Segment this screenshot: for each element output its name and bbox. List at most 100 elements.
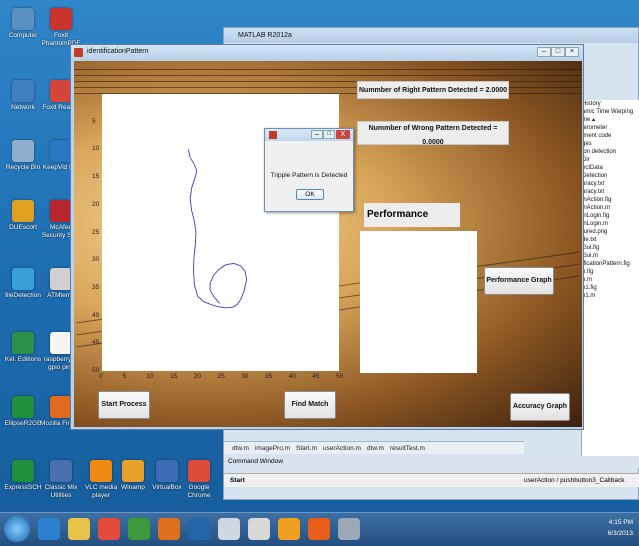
minimize-button[interactable]: – bbox=[537, 47, 551, 57]
editor-tab[interactable]: resultTest.m bbox=[390, 442, 425, 454]
matlab-logo-icon bbox=[74, 48, 83, 57]
folder-item[interactable]: me ▴ bbox=[582, 116, 639, 124]
folder-item[interactable]: Dir bbox=[582, 156, 639, 164]
folder-item[interactable]: iment code bbox=[582, 132, 639, 140]
matlab-start-button[interactable]: Start bbox=[224, 477, 245, 484]
folder-item[interactable]: inAction.fig bbox=[582, 196, 639, 204]
folder-item[interactable]: ectData bbox=[582, 164, 639, 172]
desktop-icon[interactable]: EllipseR2GB bbox=[2, 396, 44, 428]
app-taskbar-icon[interactable] bbox=[338, 518, 360, 540]
folder-item[interactable]: n.m bbox=[582, 276, 639, 284]
pattern-trace bbox=[187, 149, 248, 309]
y-tick-label: 25 bbox=[92, 228, 100, 236]
desktop-app-icon bbox=[50, 460, 72, 482]
clock-date: 6/3/2013 bbox=[607, 530, 633, 537]
editor-tab[interactable]: dtw.m bbox=[367, 442, 384, 454]
media-player-icon[interactable] bbox=[98, 518, 120, 540]
y-tick-label: 50 bbox=[92, 367, 100, 374]
foxit-icon[interactable] bbox=[278, 518, 300, 540]
clock-time: 4:15 PM bbox=[608, 519, 633, 526]
system-tray-clock[interactable]: 4:15 PM 6/3/2013 bbox=[608, 517, 633, 539]
command-window-tab[interactable]: Command Window bbox=[224, 456, 639, 468]
desktop-icon-label: ExpressSCH bbox=[4, 484, 42, 491]
folder-item[interactable]: uracy.txt bbox=[582, 180, 639, 188]
folder-item[interactable]: n1.fig bbox=[582, 284, 639, 292]
editor-tab[interactable]: userAction.m bbox=[323, 442, 361, 454]
pattern-detected-dialog: – □ X Tripple Pattern is Detected OK bbox=[264, 128, 354, 212]
start-process-button[interactable]: Start Process bbox=[98, 391, 150, 419]
folder-item[interactable]: Gui.fig bbox=[582, 244, 639, 252]
desktop-icon[interactable]: Kel. Editions bbox=[2, 332, 44, 364]
editor-tab[interactable]: Start.m bbox=[296, 442, 317, 454]
folder-item[interactable]: amic Time Warping bbox=[582, 108, 639, 116]
folder-item[interactable]: History bbox=[582, 100, 639, 108]
desktop-icon-label: fileDetection bbox=[5, 292, 41, 299]
y-tick-label: 5 bbox=[92, 117, 96, 125]
desktop-app-icon bbox=[50, 140, 72, 162]
x-tick-label: 30 bbox=[241, 373, 249, 380]
folder-item[interactable]: n.fig bbox=[582, 268, 639, 276]
matlab-status-bar: Start userAction / pushbutton3_Callback bbox=[224, 473, 639, 487]
x-tick-label: 15 bbox=[170, 373, 178, 380]
x-tick-label: 35 bbox=[264, 373, 273, 380]
desktop-icon[interactable]: ExpressSCH bbox=[2, 460, 44, 492]
start-orb-icon[interactable] bbox=[4, 516, 30, 542]
desktop-icon[interactable]: Classic Mix Utilities bbox=[40, 460, 82, 499]
dialog-maximize-button[interactable]: □ bbox=[323, 130, 335, 139]
folder-item[interactable]: ion detection bbox=[582, 148, 639, 156]
folder-item[interactable]: inLogin.m bbox=[582, 220, 639, 228]
matlab-taskbar-icon[interactable] bbox=[308, 518, 330, 540]
desktop-app-icon bbox=[188, 460, 210, 482]
folder-item[interactable]: Detection bbox=[582, 172, 639, 180]
desktop-app-icon bbox=[12, 8, 34, 30]
accuracy-graph-button[interactable]: Accuracy Graph bbox=[510, 393, 570, 421]
desktop-app-icon bbox=[156, 460, 178, 482]
editor-tab[interactable]: imagePro.m bbox=[255, 442, 290, 454]
performance-graph-axes bbox=[360, 231, 477, 373]
folder-item[interactable]: de.txt bbox=[582, 236, 639, 244]
desktop-icon[interactable]: DUEscort bbox=[2, 200, 44, 232]
dialog-close-button[interactable]: X bbox=[336, 130, 350, 139]
file-explorer-icon[interactable] bbox=[68, 518, 90, 540]
folder-item[interactable]: uracy.txt bbox=[582, 188, 639, 196]
dialog-minimize-button[interactable]: – bbox=[311, 130, 323, 139]
desktop-icon[interactable]: Google Chrome bbox=[178, 460, 220, 499]
desktop-icon-label: Network bbox=[11, 104, 35, 111]
folder-item[interactable]: inAction.m bbox=[582, 204, 639, 212]
desktop-icon[interactable]: Computer bbox=[2, 8, 44, 40]
notepad-icon[interactable] bbox=[218, 518, 240, 540]
maximize-button[interactable]: □ bbox=[551, 47, 565, 57]
desktop-app-icon bbox=[12, 200, 34, 222]
folder-item[interactable]: tured.png bbox=[582, 228, 639, 236]
ok-button[interactable]: OK bbox=[296, 189, 324, 200]
desktop-icon[interactable]: fileDetection bbox=[2, 268, 44, 300]
editor-tab[interactable]: dtw.m bbox=[232, 442, 249, 454]
close-button[interactable]: × bbox=[565, 47, 579, 57]
editor-tabs: dtw.m imagePro.m Start.m userAction.m dtw.m r… bbox=[224, 441, 524, 454]
performance-graph-button[interactable]: Performance Graph bbox=[484, 267, 554, 295]
folder-item[interactable]: inLogin.fig bbox=[582, 212, 639, 220]
chrome-icon[interactable] bbox=[128, 518, 150, 540]
desktop-app-icon bbox=[50, 396, 72, 418]
folder-item[interactable]: n1.m bbox=[582, 292, 639, 300]
desktop-app-icon bbox=[12, 268, 34, 290]
folder-item[interactable]: ificationPattern.fig bbox=[582, 260, 639, 268]
folder-item[interactable]: ges bbox=[582, 140, 639, 148]
desktop-icon[interactable]: Recycle Bin bbox=[2, 140, 44, 172]
firefox-icon[interactable] bbox=[158, 518, 180, 540]
find-match-button[interactable]: Find Match bbox=[284, 391, 336, 419]
desktop-app-icon bbox=[90, 460, 112, 482]
desktop-icon[interactable]: Foxit PhantomPDF bbox=[40, 8, 82, 47]
desktop-app-icon bbox=[50, 80, 72, 102]
desktop-icon[interactable]: Network bbox=[2, 80, 44, 112]
folder-item[interactable]: lerometer bbox=[582, 124, 639, 132]
folder-item[interactable]: Gui.m bbox=[582, 252, 639, 260]
desktop-app-icon bbox=[50, 332, 72, 354]
app-window-icon[interactable] bbox=[248, 518, 270, 540]
internet-explorer-icon[interactable] bbox=[38, 518, 60, 540]
taskbar: 4:15 PM 6/3/2013 bbox=[0, 512, 639, 546]
x-tick-label: 40 bbox=[288, 373, 296, 380]
blue-orb-icon[interactable] bbox=[188, 518, 210, 540]
desktop-icon-label: EllipseR2GB bbox=[4, 420, 42, 427]
desktop-app-icon bbox=[50, 268, 72, 290]
